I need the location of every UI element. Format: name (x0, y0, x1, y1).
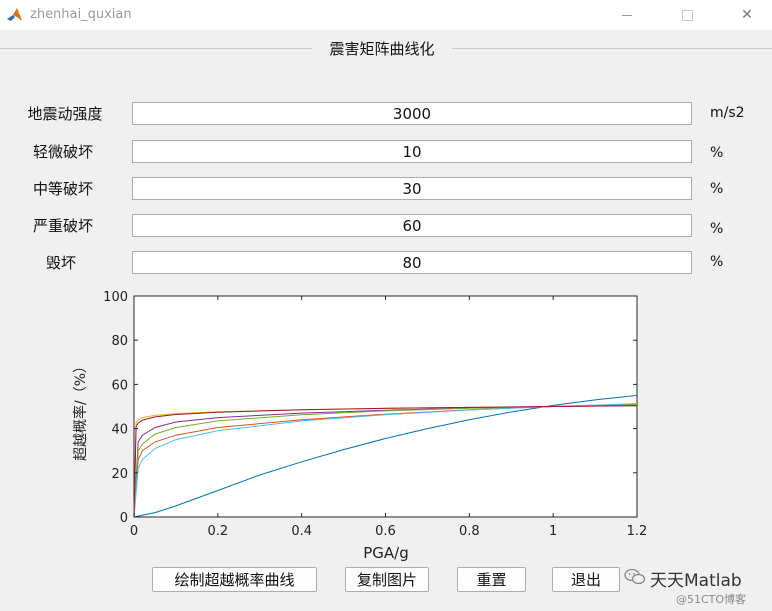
draw-curve-button[interactable]: 绘制超越概率曲线 (152, 567, 317, 592)
watermark-subtitle: @51CTO博客 (676, 593, 747, 606)
copy-image-button[interactable]: 复制图片 (345, 567, 429, 592)
y-tick-label: 20 (111, 467, 128, 482)
wechat-icon (624, 568, 646, 585)
exit-button[interactable]: 退出 (552, 567, 620, 592)
x-tick-label: 0.2 (207, 524, 228, 539)
y-axis-label: 超越概率/（%） (73, 358, 89, 462)
watermark-title: 天天Matlab (650, 571, 742, 591)
x-axis-label: PGA/g (363, 544, 409, 562)
reset-button[interactable]: 重置 (457, 567, 526, 592)
app-window: zhenhai_quxian ✕ 震害矩阵曲线化 地震动强度 m/s2 轻微破坏… (0, 0, 772, 611)
exceedance-chart: 0 0.2 0.4 0.6 0.8 1 1.2 0 20 40 60 80 100 PGA/g (103, 290, 648, 562)
x-tick-label: 0.6 (375, 524, 396, 539)
y-tick-label: 80 (111, 334, 128, 349)
x-tick-label: 0 (130, 524, 138, 539)
y-tick-label: 0 (120, 511, 128, 526)
x-tick-label: 1 (549, 524, 557, 539)
y-tick-label: 40 (111, 423, 128, 438)
x-tick-label: 0.8 (459, 524, 480, 539)
x-tick-label: 1.2 (627, 524, 648, 539)
y-tick-label: 100 (103, 290, 128, 305)
x-tick-label: 0.4 (291, 524, 312, 539)
y-tick-label: 60 (111, 378, 128, 393)
